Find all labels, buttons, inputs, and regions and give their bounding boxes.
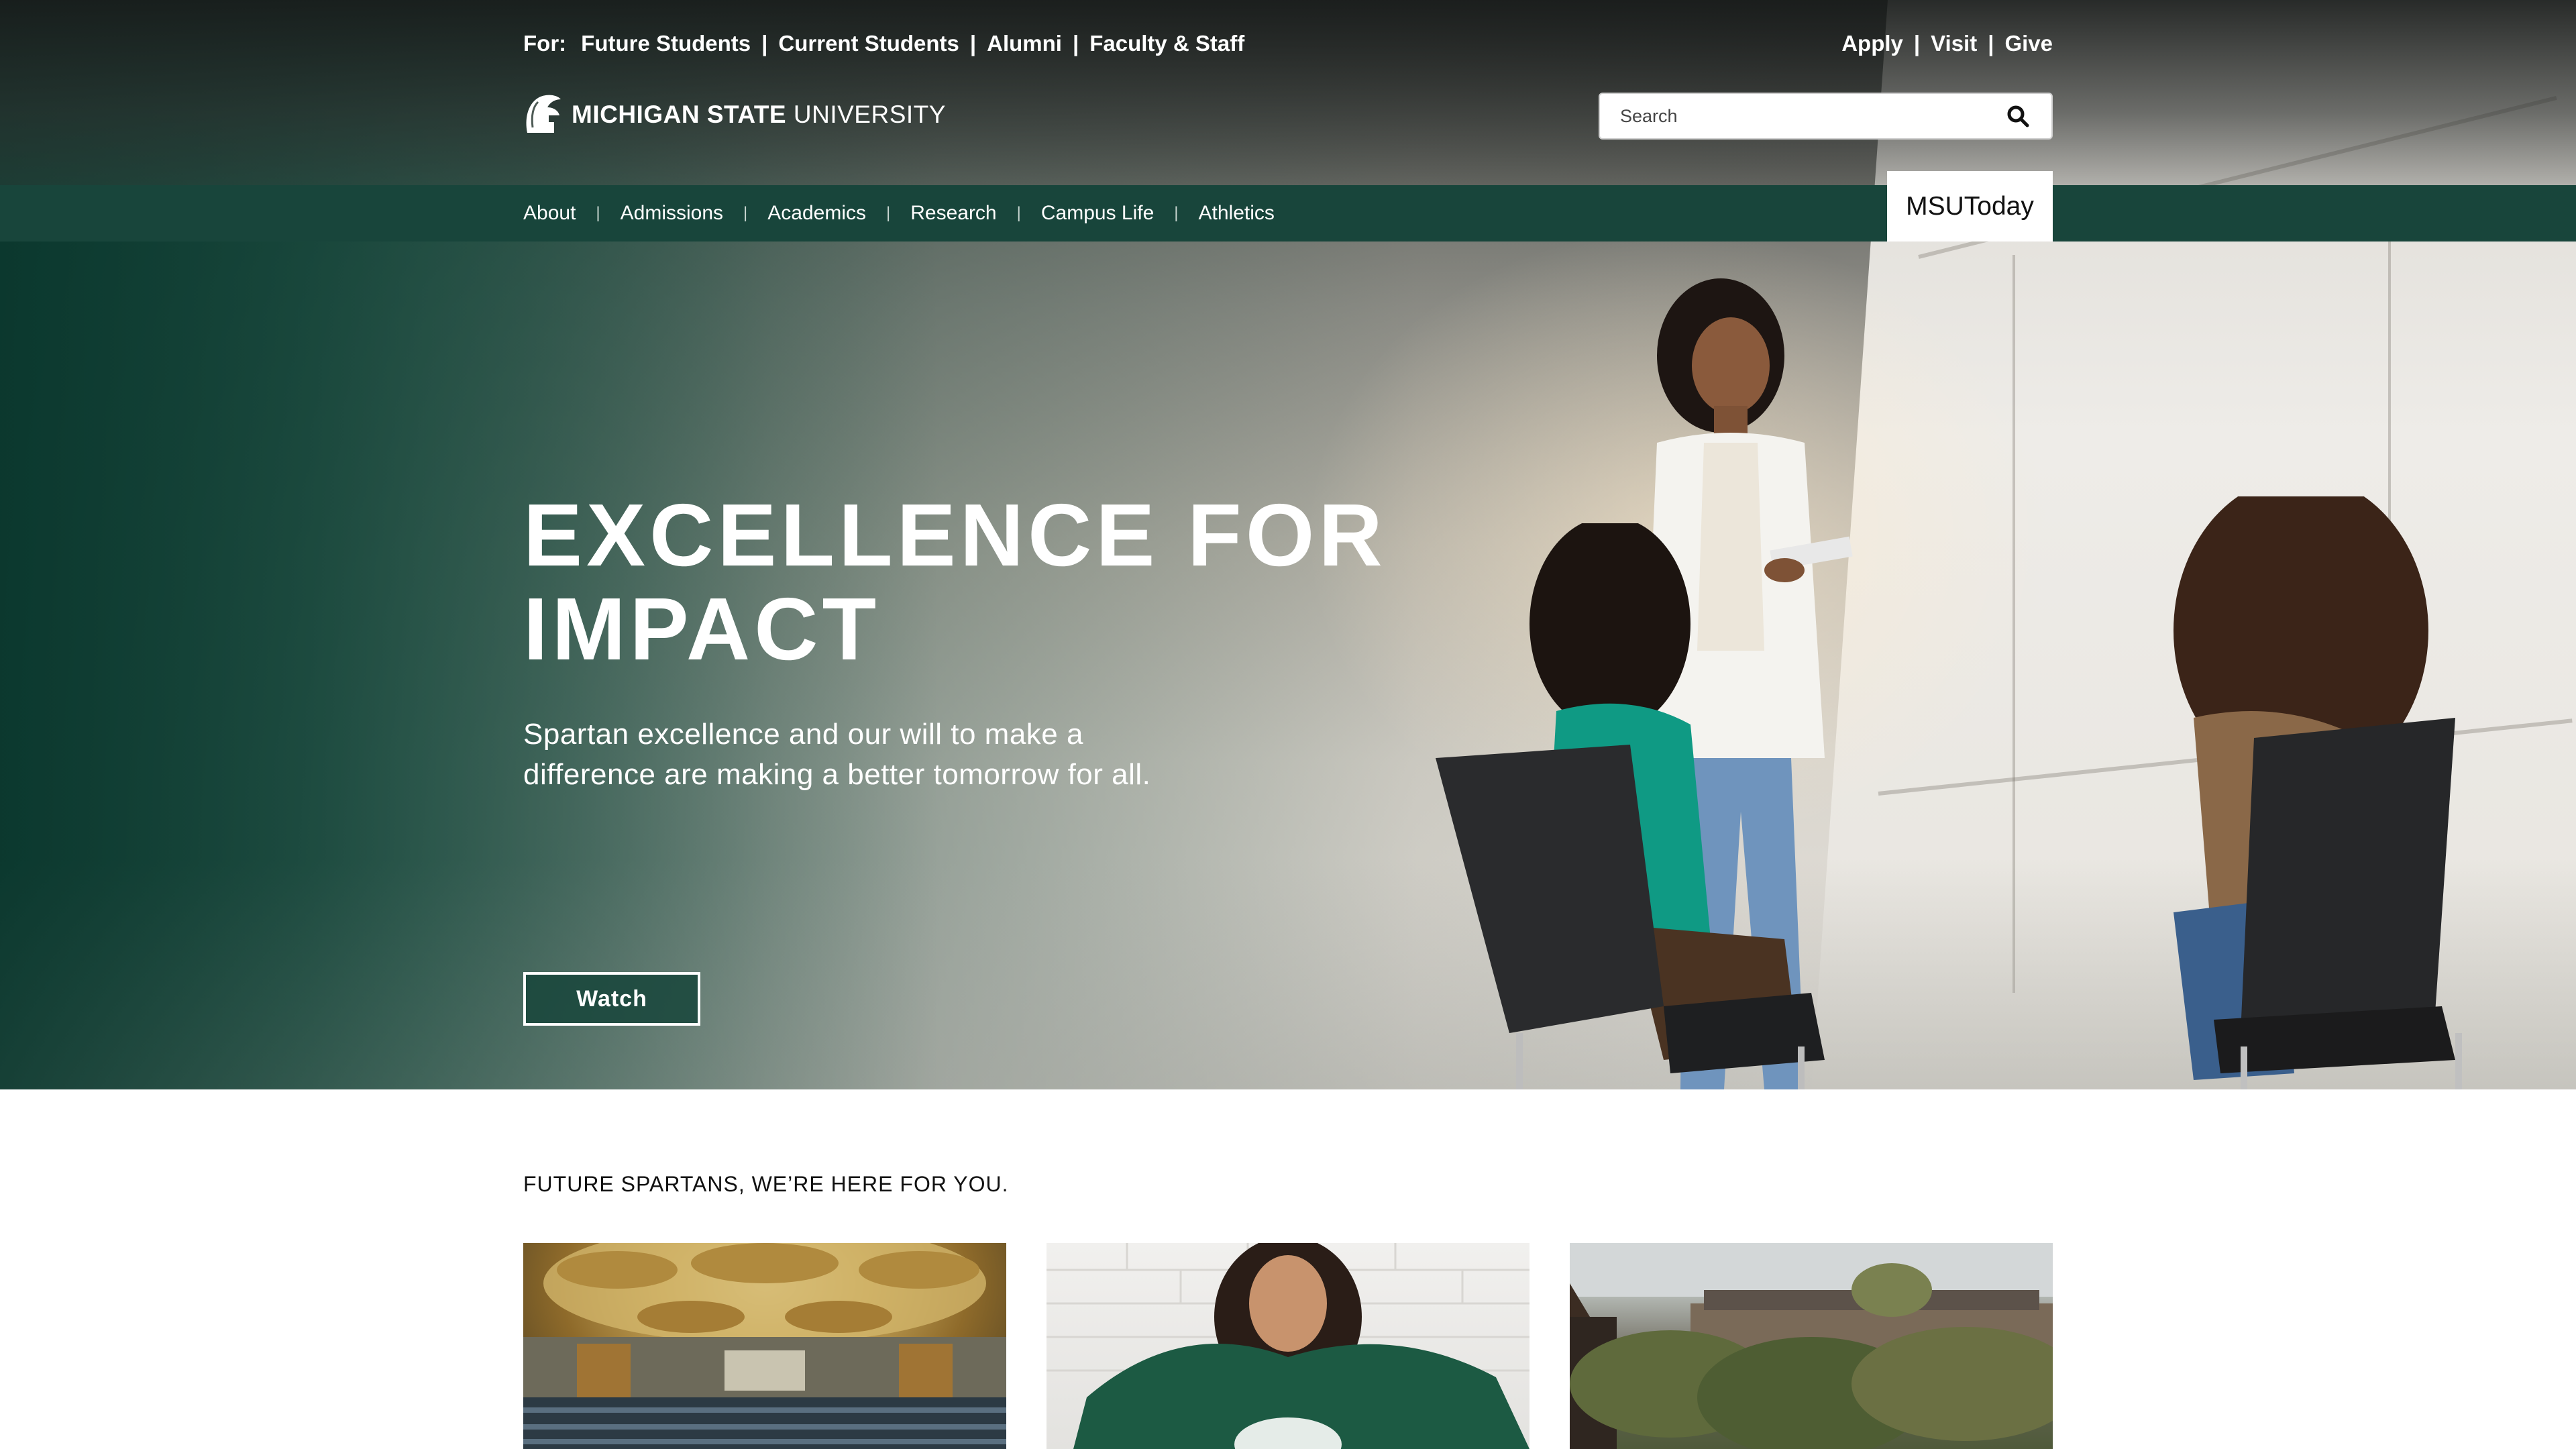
nav-item-campus-life[interactable]: Campus Life | [1041, 202, 1199, 225]
separator: | [1988, 31, 1994, 56]
search-input[interactable] [1620, 105, 2004, 127]
card-campus-image[interactable] [1570, 1243, 2053, 1449]
nav-separator: | [743, 204, 748, 222]
nav-label: About [523, 202, 576, 224]
link-faculty-staff[interactable]: Faculty & Staff [1089, 31, 1244, 56]
logo-wordmark: MICHIGAN STATE UNIVERSITY [572, 101, 946, 129]
student-figure-right [2174, 496, 2462, 1089]
nav-separator: | [1016, 204, 1021, 222]
separator: | [761, 31, 768, 56]
separator: | [1072, 31, 1079, 56]
nav-separator: | [1174, 204, 1179, 222]
logo-name-bold: MICHIGAN STATE [572, 101, 787, 128]
spartan-helmet-icon [526, 95, 561, 133]
for-label: For: [523, 31, 567, 56]
nav-item-research[interactable]: Research | [910, 202, 1041, 225]
hero-subtitle: Spartan excellence and our will to make … [523, 718, 1151, 791]
main-nav-list: About | Admissions | Academics | Research | … [523, 185, 1275, 241]
link-current-students[interactable]: Current Students [778, 31, 959, 56]
utility-bar: For: Future Students | Current Students … [523, 27, 2053, 60]
link-future-students[interactable]: Future Students [581, 31, 751, 56]
nav-label: Athletics [1198, 202, 1275, 224]
separator: | [1913, 31, 1921, 56]
nav-item-athletics[interactable]: Athletics [1199, 202, 1275, 225]
card-lecture-hall-image[interactable] [523, 1243, 1006, 1449]
main-navigation: About | Admissions | Academics | Research | … [0, 185, 2576, 241]
student-flag-photo [1046, 1243, 1529, 1449]
nav-label: Campus Life [1040, 202, 1155, 224]
action-links: Apply | Visit | Give [1841, 31, 2053, 56]
lecture-hall-photo [523, 1243, 1006, 1449]
nav-separator: | [596, 204, 600, 222]
link-give[interactable]: Give [2004, 31, 2053, 56]
separator: | [969, 31, 977, 56]
nav-item-admissions[interactable]: Admissions | [621, 202, 768, 225]
msutoday-link[interactable]: MSUToday [1887, 171, 2053, 241]
hero-title: EXCELLENCE FOR IMPACT [523, 486, 1387, 678]
nav-separator: | [885, 204, 891, 222]
msu-logo[interactable]: MICHIGAN STATE UNIVERSITY [523, 91, 946, 138]
nav-item-about[interactable]: About | [523, 202, 621, 225]
audience-links: For: Future Students | Current Students … [523, 31, 1244, 56]
nav-label: Academics [767, 202, 866, 224]
link-visit[interactable]: Visit [1931, 31, 1977, 56]
campus-photo [1570, 1243, 2053, 1449]
search-box [1599, 93, 2053, 140]
card-student-flag-image[interactable] [1046, 1243, 1529, 1449]
search-icon [2007, 105, 2029, 127]
search-button[interactable] [2004, 103, 2031, 129]
logo-name-light: UNIVERSITY [793, 101, 946, 128]
nav-label: Admissions [620, 202, 724, 224]
future-spartans-heading: FUTURE SPARTANS, WE’RE HERE FOR YOU. [523, 1172, 1009, 1196]
link-apply[interactable]: Apply [1841, 31, 1903, 56]
nav-label: Research [910, 202, 997, 224]
nav-item-academics[interactable]: Academics | [767, 202, 910, 225]
link-alumni[interactable]: Alumni [987, 31, 1062, 56]
student-figure-left [1436, 523, 1825, 1089]
watch-button[interactable]: Watch [523, 972, 700, 1026]
